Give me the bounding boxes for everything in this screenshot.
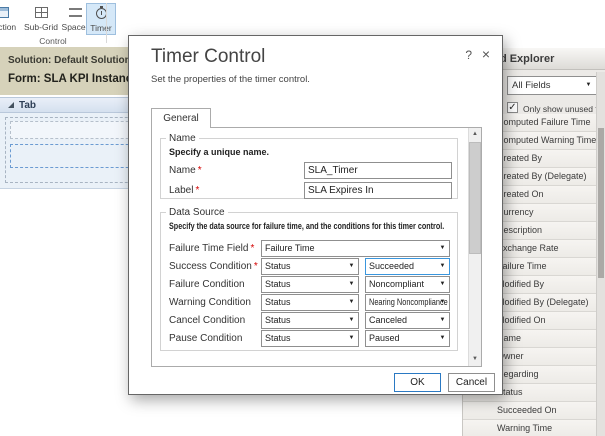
ribbon-button-subgrid[interactable]: Sub-Grid <box>20 3 62 35</box>
pause-condition-value-select[interactable]: Paused ▼ <box>365 330 450 347</box>
required-marker: * <box>198 165 202 176</box>
dropdown-arrow-icon: ▼ <box>346 331 357 346</box>
ribbon-button-label: Sub-Grid <box>20 22 62 32</box>
dialog-scrollbar[interactable]: ▲ ▼ <box>468 128 481 366</box>
dropdown-arrow-icon: ▼ <box>346 259 357 274</box>
dropdown-arrow-icon: ▼ <box>583 77 594 94</box>
spacer-icon <box>69 8 82 17</box>
form-name-label: Form: SLA KPI Instance <box>8 73 139 85</box>
cancel-condition-value-select[interactable]: Canceled ▼ <box>365 312 450 329</box>
ribbon-button-timer[interactable]: Timer <box>86 3 116 35</box>
ribbon-button-section[interactable]: Section <box>0 3 20 35</box>
scroll-up-icon[interactable]: ▲ <box>469 128 481 141</box>
success-condition-value-select[interactable]: Succeeded ▼ <box>365 258 450 275</box>
name-input[interactable] <box>304 162 452 179</box>
dropdown-arrow-icon: ▼ <box>346 313 357 328</box>
ok-button[interactable]: OK <box>394 373 441 392</box>
dropdown-arrow-icon: ▼ <box>437 313 448 328</box>
solution-label: Solution: Default Solution <box>8 55 131 66</box>
ribbon-button-label: Section <box>0 22 20 32</box>
ribbon-group-divider <box>106 3 107 43</box>
failure-time-field-select[interactable]: Failure Time ▼ <box>261 240 450 257</box>
screen: Section Sub-Grid Spacer Timer Control So… <box>0 0 605 436</box>
field-list-item[interactable]: Warning Time <box>463 420 596 436</box>
cancel-button[interactable]: Cancel <box>448 373 495 392</box>
success-condition-field-select[interactable]: Status ▼ <box>261 258 359 275</box>
name-group: Name Specify a unique name. Name* Label* <box>160 133 458 199</box>
scrollbar-thumb[interactable] <box>469 142 481 254</box>
dropdown-arrow-icon: ▼ <box>437 331 448 346</box>
warning-condition-label: Warning Condition <box>169 297 251 308</box>
field-list-scrollbar[interactable] <box>596 72 605 436</box>
cancel-condition-field-select[interactable]: Status ▼ <box>261 312 359 329</box>
failure-time-field-label: Failure Time Field* <box>169 243 254 254</box>
required-marker: * <box>250 243 254 254</box>
dropdown-arrow-icon: ▼ <box>437 295 448 310</box>
name-instruction: Specify a unique name. <box>169 147 269 157</box>
section-icon <box>0 7 9 18</box>
required-marker: * <box>195 185 199 196</box>
canvas-tab-label: Tab <box>19 100 36 111</box>
field-filter-select[interactable]: All Fields ▼ <box>507 76 597 95</box>
field-list-item[interactable]: Succeeded On <box>463 402 596 420</box>
data-source-instruction: Specify the data source for failure time… <box>169 221 444 231</box>
failure-condition-field-select[interactable]: Status ▼ <box>261 276 359 293</box>
name-group-legend: Name <box>166 133 199 144</box>
subgrid-icon <box>35 7 48 18</box>
dialog-content: Name Specify a unique name. Name* Label*… <box>151 127 482 367</box>
tab-general[interactable]: General <box>151 108 211 128</box>
data-source-legend: Data Source <box>166 207 228 218</box>
required-marker: * <box>254 261 258 272</box>
unused-fields-checkbox-label: Only show unused fields <box>523 104 605 114</box>
scroll-down-icon[interactable]: ▼ <box>469 353 481 366</box>
success-condition-label: Success Condition* <box>169 261 258 272</box>
scrollbar-thumb[interactable] <box>598 128 604 278</box>
failure-condition-value-select[interactable]: Noncompliant ▼ <box>365 276 450 293</box>
timer-control-dialog: Timer Control ? × Set the properties of … <box>128 35 503 395</box>
ribbon-button-label: Timer <box>87 23 115 33</box>
dialog-title: Timer Control <box>151 46 265 68</box>
data-source-group: Data Source Specify the data source for … <box>160 207 458 351</box>
cancel-condition-label: Cancel Condition <box>169 315 245 326</box>
label-field-label: Label* <box>169 185 199 196</box>
dropdown-arrow-icon: ▼ <box>437 259 448 274</box>
field-filter-value: All Fields <box>512 77 551 94</box>
label-input[interactable] <box>304 182 452 199</box>
tab-expander-icon <box>8 102 14 108</box>
failure-condition-label: Failure Condition <box>169 279 245 290</box>
dropdown-arrow-icon: ▼ <box>437 241 448 256</box>
ribbon-group-label: Control <box>0 36 106 46</box>
dropdown-arrow-icon: ▼ <box>346 277 357 292</box>
close-icon[interactable]: × <box>482 46 490 62</box>
pause-condition-field-select[interactable]: Status ▼ <box>261 330 359 347</box>
timer-icon <box>96 8 107 19</box>
unused-fields-checkbox[interactable]: ✓ <box>507 102 518 113</box>
warning-condition-value-select[interactable]: Nearing Noncompliance ▼ <box>365 294 450 311</box>
name-field-label: Name* <box>169 165 202 176</box>
dropdown-arrow-icon: ▼ <box>346 295 357 310</box>
dropdown-arrow-icon: ▼ <box>437 277 448 292</box>
help-icon[interactable]: ? <box>465 48 472 62</box>
pause-condition-label: Pause Condition <box>169 333 242 344</box>
warning-condition-field-select[interactable]: Status ▼ <box>261 294 359 311</box>
dialog-subtitle: Set the properties of the timer control. <box>151 74 310 85</box>
